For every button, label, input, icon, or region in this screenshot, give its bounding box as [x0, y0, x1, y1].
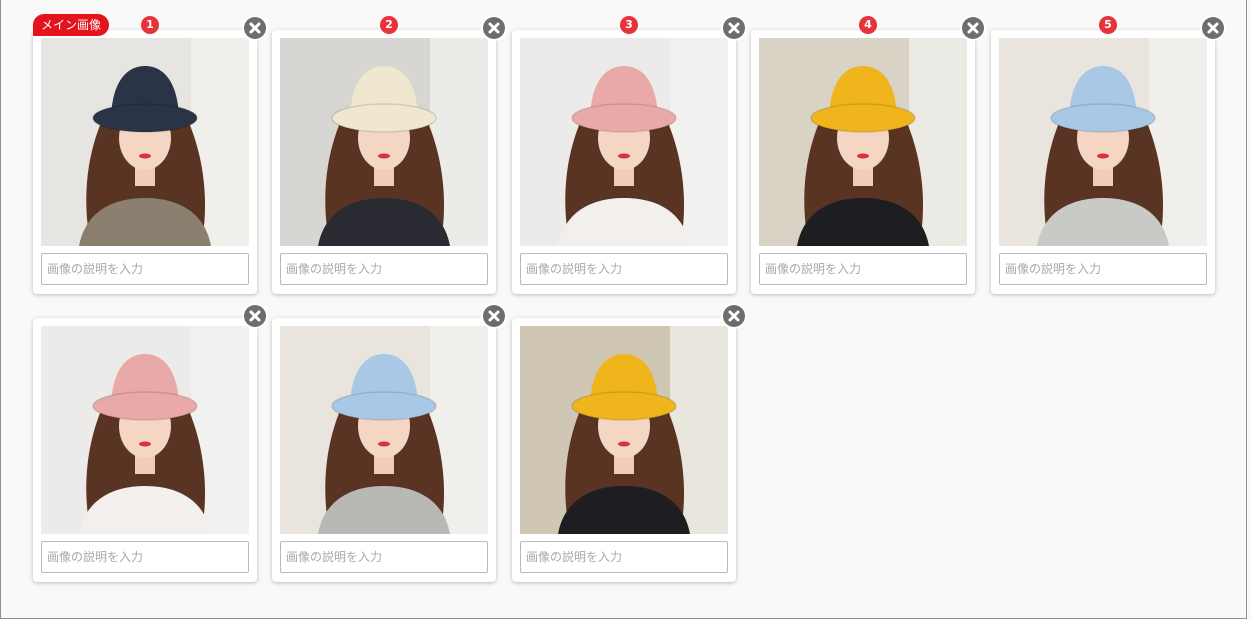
remove-image-close-icon[interactable]	[1202, 17, 1224, 39]
image-description-input[interactable]	[41, 541, 249, 573]
image-order-number: 3	[620, 16, 638, 34]
image-card[interactable]	[991, 30, 1215, 294]
image-card[interactable]	[512, 30, 736, 294]
product-photo[interactable]	[41, 326, 249, 534]
image-order-number: 4	[859, 16, 877, 34]
remove-image-close-icon[interactable]	[483, 17, 505, 39]
product-photo[interactable]	[280, 38, 488, 246]
product-photo[interactable]	[41, 38, 249, 246]
image-card[interactable]	[512, 318, 736, 582]
product-photo[interactable]	[280, 326, 488, 534]
image-description-input[interactable]	[759, 253, 967, 285]
main-image-badge: メイン画像	[33, 14, 109, 36]
image-card[interactable]	[33, 30, 257, 294]
product-photo[interactable]	[999, 38, 1207, 246]
remove-image-close-icon[interactable]	[244, 17, 266, 39]
image-card[interactable]	[272, 318, 496, 582]
image-description-input[interactable]	[280, 253, 488, 285]
image-card[interactable]	[751, 30, 975, 294]
image-description-input[interactable]	[999, 253, 1207, 285]
remove-image-close-icon[interactable]	[483, 305, 505, 327]
image-order-number: 5	[1099, 16, 1117, 34]
image-description-input[interactable]	[520, 541, 728, 573]
product-photo[interactable]	[520, 326, 728, 534]
image-description-input[interactable]	[520, 253, 728, 285]
image-description-input[interactable]	[41, 253, 249, 285]
image-order-number: 2	[380, 16, 398, 34]
remove-image-close-icon[interactable]	[723, 17, 745, 39]
image-card[interactable]	[272, 30, 496, 294]
product-photo[interactable]	[520, 38, 728, 246]
remove-image-close-icon[interactable]	[723, 305, 745, 327]
remove-image-close-icon[interactable]	[244, 305, 266, 327]
image-description-input[interactable]	[280, 541, 488, 573]
image-card[interactable]	[33, 318, 257, 582]
remove-image-close-icon[interactable]	[962, 17, 984, 39]
product-photo[interactable]	[759, 38, 967, 246]
image-order-number: 1	[141, 16, 159, 34]
